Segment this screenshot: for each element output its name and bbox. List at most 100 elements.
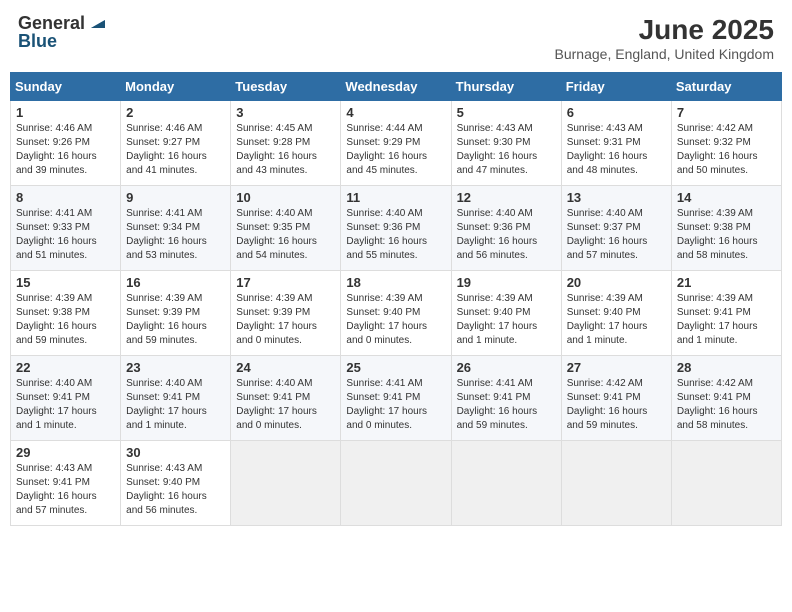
day-number: 6 bbox=[567, 105, 666, 120]
day-number: 20 bbox=[567, 275, 666, 290]
calendar-cell: 3 Sunrise: 4:45 AM Sunset: 9:28 PM Daylig… bbox=[231, 101, 341, 186]
calendar-cell: 19Sunrise: 4:39 AM Sunset: 9:40 PM Dayli… bbox=[451, 271, 561, 356]
day-info: Sunrise: 4:40 AM Sunset: 9:36 PM Dayligh… bbox=[346, 207, 445, 263]
day-number: 23 bbox=[126, 360, 225, 375]
day-number: 11 bbox=[346, 190, 445, 205]
calendar-cell: 4 Sunrise: 4:44 AM Sunset: 9:29 PM Daylig… bbox=[341, 101, 451, 186]
logo: General Blue bbox=[18, 14, 109, 50]
calendar-cell: 23 Sunrise: 4:40 AM Sunset: 9:41 PM Dayli… bbox=[121, 356, 231, 441]
col-thursday: Thursday bbox=[451, 73, 561, 101]
page-header: General Blue June 2025 Burnage, England,… bbox=[10, 10, 782, 66]
calendar-cell: 22 Sunrise: 4:40 AM Sunset: 9:41 PM Dayli… bbox=[11, 356, 121, 441]
location-title: Burnage, England, United Kingdom bbox=[555, 46, 774, 62]
day-info: Sunrise: 4:40 AM Sunset: 9:36 PM Dayligh… bbox=[457, 207, 556, 263]
day-number: 29 bbox=[16, 445, 115, 460]
day-info: Sunrise: 4:40 AM Sunset: 9:41 PM Dayligh… bbox=[126, 377, 225, 433]
day-number: 24 bbox=[236, 360, 335, 375]
day-number: 5 bbox=[457, 105, 556, 120]
calendar-cell: 16 Sunrise: 4:39 AM Sunset: 9:39 PM Dayli… bbox=[121, 271, 231, 356]
day-number: 15 bbox=[16, 275, 115, 290]
day-info: Sunrise: 4:39 AM Sunset: 9:39 PM Dayligh… bbox=[126, 292, 225, 348]
calendar-cell: 2Sunrise: 4:46 AM Sunset: 9:27 PM Daylig… bbox=[121, 101, 231, 186]
day-number: 25 bbox=[346, 360, 445, 375]
calendar-cell: 18 Sunrise: 4:39 AM Sunset: 9:40 PM Dayli… bbox=[341, 271, 451, 356]
day-info: Sunrise: 4:42 AM Sunset: 9:41 PM Dayligh… bbox=[567, 377, 666, 433]
day-info: Sunrise: 4:43 AM Sunset: 9:30 PM Dayligh… bbox=[457, 122, 556, 178]
logo-icon bbox=[87, 10, 109, 32]
calendar-cell bbox=[671, 441, 781, 526]
calendar-cell bbox=[561, 441, 671, 526]
calendar-cell: 20 Sunrise: 4:39 AM Sunset: 9:40 PM Dayli… bbox=[561, 271, 671, 356]
day-number: 13 bbox=[567, 190, 666, 205]
calendar-cell: 9Sunrise: 4:41 AM Sunset: 9:34 PM Daylig… bbox=[121, 186, 231, 271]
calendar-table: Sunday Monday Tuesday Wednesday Thursday… bbox=[10, 72, 782, 526]
day-info: Sunrise: 4:43 AM Sunset: 9:41 PM Dayligh… bbox=[16, 462, 115, 518]
calendar-header-row: Sunday Monday Tuesday Wednesday Thursday… bbox=[11, 73, 782, 101]
col-tuesday: Tuesday bbox=[231, 73, 341, 101]
day-number: 18 bbox=[346, 275, 445, 290]
day-info: Sunrise: 4:40 AM Sunset: 9:35 PM Dayligh… bbox=[236, 207, 335, 263]
day-info: Sunrise: 4:41 AM Sunset: 9:34 PM Dayligh… bbox=[126, 207, 225, 263]
calendar-cell: 17Sunrise: 4:39 AM Sunset: 9:39 PM Dayli… bbox=[231, 271, 341, 356]
week-row-5: 29 Sunrise: 4:43 AM Sunset: 9:41 PM Dayli… bbox=[11, 441, 782, 526]
day-number: 3 bbox=[236, 105, 335, 120]
week-row-4: 22 Sunrise: 4:40 AM Sunset: 9:41 PM Dayli… bbox=[11, 356, 782, 441]
day-number: 26 bbox=[457, 360, 556, 375]
calendar-cell: 21 Sunrise: 4:39 AM Sunset: 9:41 PM Dayli… bbox=[671, 271, 781, 356]
day-number: 8 bbox=[16, 190, 115, 205]
day-number: 22 bbox=[16, 360, 115, 375]
day-number: 12 bbox=[457, 190, 556, 205]
week-row-1: 1 Sunrise: 4:46 AM Sunset: 9:26 PM Daylig… bbox=[11, 101, 782, 186]
day-info: Sunrise: 4:39 AM Sunset: 9:41 PM Dayligh… bbox=[677, 292, 776, 348]
day-info: Sunrise: 4:46 AM Sunset: 9:26 PM Dayligh… bbox=[16, 122, 115, 178]
day-info: Sunrise: 4:41 AM Sunset: 9:41 PM Dayligh… bbox=[457, 377, 556, 433]
day-info: Sunrise: 4:42 AM Sunset: 9:32 PM Dayligh… bbox=[677, 122, 776, 178]
calendar-cell: 28Sunrise: 4:42 AM Sunset: 9:41 PM Dayli… bbox=[671, 356, 781, 441]
day-info: Sunrise: 4:41 AM Sunset: 9:33 PM Dayligh… bbox=[16, 207, 115, 263]
calendar-cell bbox=[341, 441, 451, 526]
day-number: 7 bbox=[677, 105, 776, 120]
day-info: Sunrise: 4:40 AM Sunset: 9:41 PM Dayligh… bbox=[16, 377, 115, 433]
day-info: Sunrise: 4:46 AM Sunset: 9:27 PM Dayligh… bbox=[126, 122, 225, 178]
day-number: 1 bbox=[16, 105, 115, 120]
day-info: Sunrise: 4:41 AM Sunset: 9:41 PM Dayligh… bbox=[346, 377, 445, 433]
day-number: 17 bbox=[236, 275, 335, 290]
calendar-cell: 12 Sunrise: 4:40 AM Sunset: 9:36 PM Dayli… bbox=[451, 186, 561, 271]
day-number: 30 bbox=[126, 445, 225, 460]
day-info: Sunrise: 4:39 AM Sunset: 9:40 PM Dayligh… bbox=[346, 292, 445, 348]
title-section: June 2025 Burnage, England, United Kingd… bbox=[555, 14, 774, 62]
calendar-cell: 5 Sunrise: 4:43 AM Sunset: 9:30 PM Daylig… bbox=[451, 101, 561, 186]
calendar-cell: 14Sunrise: 4:39 AM Sunset: 9:38 PM Dayli… bbox=[671, 186, 781, 271]
calendar-cell: 25 Sunrise: 4:41 AM Sunset: 9:41 PM Dayli… bbox=[341, 356, 451, 441]
calendar-cell: 8 Sunrise: 4:41 AM Sunset: 9:33 PM Daylig… bbox=[11, 186, 121, 271]
month-title: June 2025 bbox=[555, 14, 774, 46]
calendar-cell bbox=[451, 441, 561, 526]
day-info: Sunrise: 4:39 AM Sunset: 9:40 PM Dayligh… bbox=[567, 292, 666, 348]
day-info: Sunrise: 4:44 AM Sunset: 9:29 PM Dayligh… bbox=[346, 122, 445, 178]
day-number: 28 bbox=[677, 360, 776, 375]
col-saturday: Saturday bbox=[671, 73, 781, 101]
day-info: Sunrise: 4:39 AM Sunset: 9:38 PM Dayligh… bbox=[16, 292, 115, 348]
day-number: 21 bbox=[677, 275, 776, 290]
day-info: Sunrise: 4:40 AM Sunset: 9:41 PM Dayligh… bbox=[236, 377, 335, 433]
calendar-cell: 24 Sunrise: 4:40 AM Sunset: 9:41 PM Dayli… bbox=[231, 356, 341, 441]
calendar-cell: 7 Sunrise: 4:42 AM Sunset: 9:32 PM Daylig… bbox=[671, 101, 781, 186]
calendar-cell: 15 Sunrise: 4:39 AM Sunset: 9:38 PM Dayli… bbox=[11, 271, 121, 356]
day-info: Sunrise: 4:40 AM Sunset: 9:37 PM Dayligh… bbox=[567, 207, 666, 263]
day-number: 10 bbox=[236, 190, 335, 205]
day-number: 16 bbox=[126, 275, 225, 290]
week-row-2: 8 Sunrise: 4:41 AM Sunset: 9:33 PM Daylig… bbox=[11, 186, 782, 271]
day-number: 4 bbox=[346, 105, 445, 120]
week-row-3: 15 Sunrise: 4:39 AM Sunset: 9:38 PM Dayli… bbox=[11, 271, 782, 356]
day-info: Sunrise: 4:45 AM Sunset: 9:28 PM Dayligh… bbox=[236, 122, 335, 178]
calendar-cell: 13 Sunrise: 4:40 AM Sunset: 9:37 PM Dayli… bbox=[561, 186, 671, 271]
col-friday: Friday bbox=[561, 73, 671, 101]
calendar-cell: 29 Sunrise: 4:43 AM Sunset: 9:41 PM Dayli… bbox=[11, 441, 121, 526]
day-info: Sunrise: 4:43 AM Sunset: 9:40 PM Dayligh… bbox=[126, 462, 225, 518]
day-number: 19 bbox=[457, 275, 556, 290]
day-info: Sunrise: 4:43 AM Sunset: 9:31 PM Dayligh… bbox=[567, 122, 666, 178]
col-monday: Monday bbox=[121, 73, 231, 101]
calendar-cell: 11 Sunrise: 4:40 AM Sunset: 9:36 PM Dayli… bbox=[341, 186, 451, 271]
calendar-cell: 30 Sunrise: 4:43 AM Sunset: 9:40 PM Dayli… bbox=[121, 441, 231, 526]
calendar-cell: 1 Sunrise: 4:46 AM Sunset: 9:26 PM Daylig… bbox=[11, 101, 121, 186]
